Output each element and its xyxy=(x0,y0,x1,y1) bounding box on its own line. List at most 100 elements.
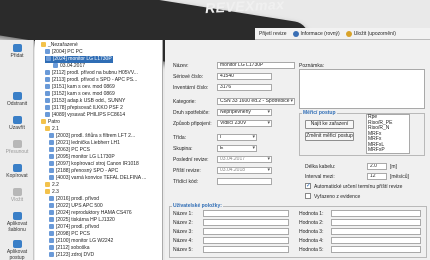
info-button[interactable]: Informace (rovný) xyxy=(292,30,340,37)
user-value-input[interactable] xyxy=(331,210,421,217)
meter-procedure-title: Měřicí postup xyxy=(302,110,337,116)
tree-item[interactable]: [2098] PC PCS xyxy=(49,231,90,238)
tree-folder[interactable]: _Nezařazené xyxy=(41,42,78,49)
tree-item[interactable]: [2063] PC PCS xyxy=(49,147,90,154)
tree-item[interactable]: [2024] monitor LG L1730P xyxy=(45,56,113,63)
appliance-type-select[interactable]: Nepřipevněný xyxy=(217,109,272,116)
user-name-input[interactable] xyxy=(203,246,289,253)
name-input[interactable]: monitor LG L1730P xyxy=(217,62,295,69)
last-revision-date[interactable]: 03.04.2017 xyxy=(217,156,272,163)
apply-procedure-button[interactable]: Aplikovat postup xyxy=(2,240,32,260)
device-icon xyxy=(45,98,50,103)
device-icon xyxy=(49,203,54,208)
add-button[interactable]: Přidat xyxy=(2,44,32,62)
user-value-input[interactable] xyxy=(331,237,421,244)
tree-item[interactable]: [3178] přepisovač ILKKO PSF 2 xyxy=(45,105,123,112)
tree-item[interactable]: [2021] lednička Liebherr LH1 xyxy=(49,140,120,147)
interval-label: Interval mezi: xyxy=(305,174,335,180)
tree-item[interactable]: [2112] soboška xyxy=(49,245,90,252)
category-select[interactable]: ČSN 33 1600 ed.2 - Spotřebiče xyxy=(217,98,295,105)
tree-item-label: [2098] PC PCS xyxy=(56,231,90,237)
remove-icon xyxy=(12,92,22,100)
procedure-list[interactable]: Rpe Riso/R_PE Riso/R_N MRFx MRFx MRFxL MRFxP xyxy=(366,114,410,154)
tree-item[interactable]: [2097] kopírovací stroj Canon IR1018 xyxy=(49,161,139,168)
left-toolbar: Přidat Odstranit Uzavřít Přesunout Kopír… xyxy=(0,40,34,260)
note-textarea[interactable] xyxy=(299,69,425,109)
tree-item-label: [2113] prodl. přívod s SPO - APC PS... xyxy=(52,77,138,83)
device-icon xyxy=(49,238,54,243)
tree-item[interactable]: [4089] vysavač PHILIPS FC8614 xyxy=(45,112,125,119)
user-items-title: Uživatelské položky: xyxy=(172,203,223,209)
user-value-label: Hodnota 1: xyxy=(299,211,324,217)
user-name-input[interactable] xyxy=(203,228,289,235)
tree-item[interactable]: [3153] adap.k USB odd., SUNNY xyxy=(45,98,125,105)
accept-revision-button[interactable]: Přijetí revize xyxy=(259,31,287,37)
device-icon xyxy=(49,133,54,138)
cable-length-unit: [m] xyxy=(390,164,397,170)
serial-input[interactable]: 41540 xyxy=(217,73,272,80)
tree-item[interactable]: [4003] varná konvice TEFAL DELFINA ... xyxy=(49,175,146,182)
device-icon xyxy=(49,196,54,201)
close-button[interactable]: Uzavřít xyxy=(2,116,32,134)
interval-input[interactable]: 12 xyxy=(367,173,387,180)
auto-date-label: Automatické určení termínu příští revize xyxy=(314,184,403,190)
tree-item[interactable]: [3151] kam s oev. mod 0869 xyxy=(45,84,115,91)
apply-template-button[interactable]: Aplikovat šablonu xyxy=(2,212,32,234)
group-select[interactable]: E xyxy=(217,145,257,152)
device-icon xyxy=(49,175,54,180)
user-value-input[interactable] xyxy=(331,219,421,226)
folder-icon xyxy=(45,189,50,194)
auto-date-checkbox[interactable] xyxy=(305,182,311,189)
tree-item[interactable]: [2016] prodl. přívod xyxy=(49,196,99,203)
tree-item-label: [2095] monitor LG L1730P xyxy=(56,154,115,160)
user-name-label: Název 5: xyxy=(173,247,193,253)
tree-item[interactable]: [2188] přenosný SPO - APC xyxy=(49,168,118,175)
tree-item[interactable]: [2025] tiskárna HP LJ1320 xyxy=(49,217,115,224)
tree-item[interactable]: [2095] monitor LG L1730P xyxy=(49,154,115,161)
class-select[interactable]: I xyxy=(217,134,257,141)
find-assignment-button[interactable]: Najít ke zařazení xyxy=(305,120,354,129)
inventory-input[interactable]: 3176 xyxy=(217,84,272,91)
remove-button[interactable]: Odstranit xyxy=(2,92,32,110)
cable-length-input[interactable]: 2.0 xyxy=(367,163,387,170)
tree-item-label: [4003] varná konvice TEFAL DELFINA ... xyxy=(56,175,147,181)
tree-item[interactable]: 03.04.2017 xyxy=(53,63,85,70)
device-icon xyxy=(45,105,50,110)
tree-item[interactable]: [2024] reproduktory HAMA CS476 xyxy=(49,210,132,217)
tree-item[interactable]: [2112] prodl. přívod na bubnu H05VV... xyxy=(45,70,138,77)
tree-item[interactable]: [2100] monitor LG W2242 xyxy=(49,238,113,245)
sort-code-input[interactable] xyxy=(217,178,272,185)
tree-folder[interactable]: 2.3 xyxy=(45,189,59,196)
tree-folder[interactable]: Patro xyxy=(41,119,60,126)
excluded-checkbox[interactable] xyxy=(305,193,311,199)
tree-item-label: [3152] kam s oev. mod 0869 xyxy=(52,91,115,97)
tree-item[interactable]: [3152] kam s oev. mod 0869 xyxy=(45,91,115,98)
serial-label: Sériové číslo: xyxy=(173,74,204,80)
device-icon xyxy=(45,91,50,96)
save-button[interactable]: Uložit (upozornění) xyxy=(345,30,396,37)
procedure-list-item[interactable]: MRFxP xyxy=(367,147,409,154)
connection-select[interactable]: Vidlicí 230V xyxy=(217,120,272,127)
tree-item[interactable]: [2113] prodl. přívod s SPO - APC PS... xyxy=(45,77,137,84)
tree-folder[interactable]: 2.1 xyxy=(45,126,59,133)
device-icon xyxy=(49,252,54,257)
paste-button[interactable]: Vložit xyxy=(2,188,32,206)
user-name-input[interactable] xyxy=(203,219,289,226)
change-procedure-button[interactable]: Změnit měřicí postup xyxy=(305,132,354,141)
tree-item[interactable]: [2004] PC PC xyxy=(45,49,83,56)
copy-button[interactable]: Kopírovat xyxy=(2,164,32,182)
user-name-input[interactable] xyxy=(203,210,289,217)
move-button[interactable]: Přesunout xyxy=(2,140,32,158)
tree-item[interactable]: [2022] UPS APC 500 xyxy=(49,203,103,210)
tree-folder[interactable]: 2.2 xyxy=(45,182,59,189)
tree-item-label: [2024] reproduktory HAMA CS476 xyxy=(56,210,132,216)
next-revision-date[interactable]: 03.04.2018 xyxy=(217,167,272,174)
user-value-input[interactable] xyxy=(331,246,421,253)
tree-item[interactable]: [2003] prodl. šňůra s filtrem LFT 2... xyxy=(49,133,135,140)
user-name-input[interactable] xyxy=(203,237,289,244)
template-icon xyxy=(12,212,22,220)
tree-item[interactable]: [2123] zdroj DVD xyxy=(49,252,94,259)
user-value-input[interactable] xyxy=(331,228,421,235)
tree-item-label: 2.2 xyxy=(52,182,59,188)
tree-item[interactable]: [2074] prodl. přívod xyxy=(49,224,99,231)
